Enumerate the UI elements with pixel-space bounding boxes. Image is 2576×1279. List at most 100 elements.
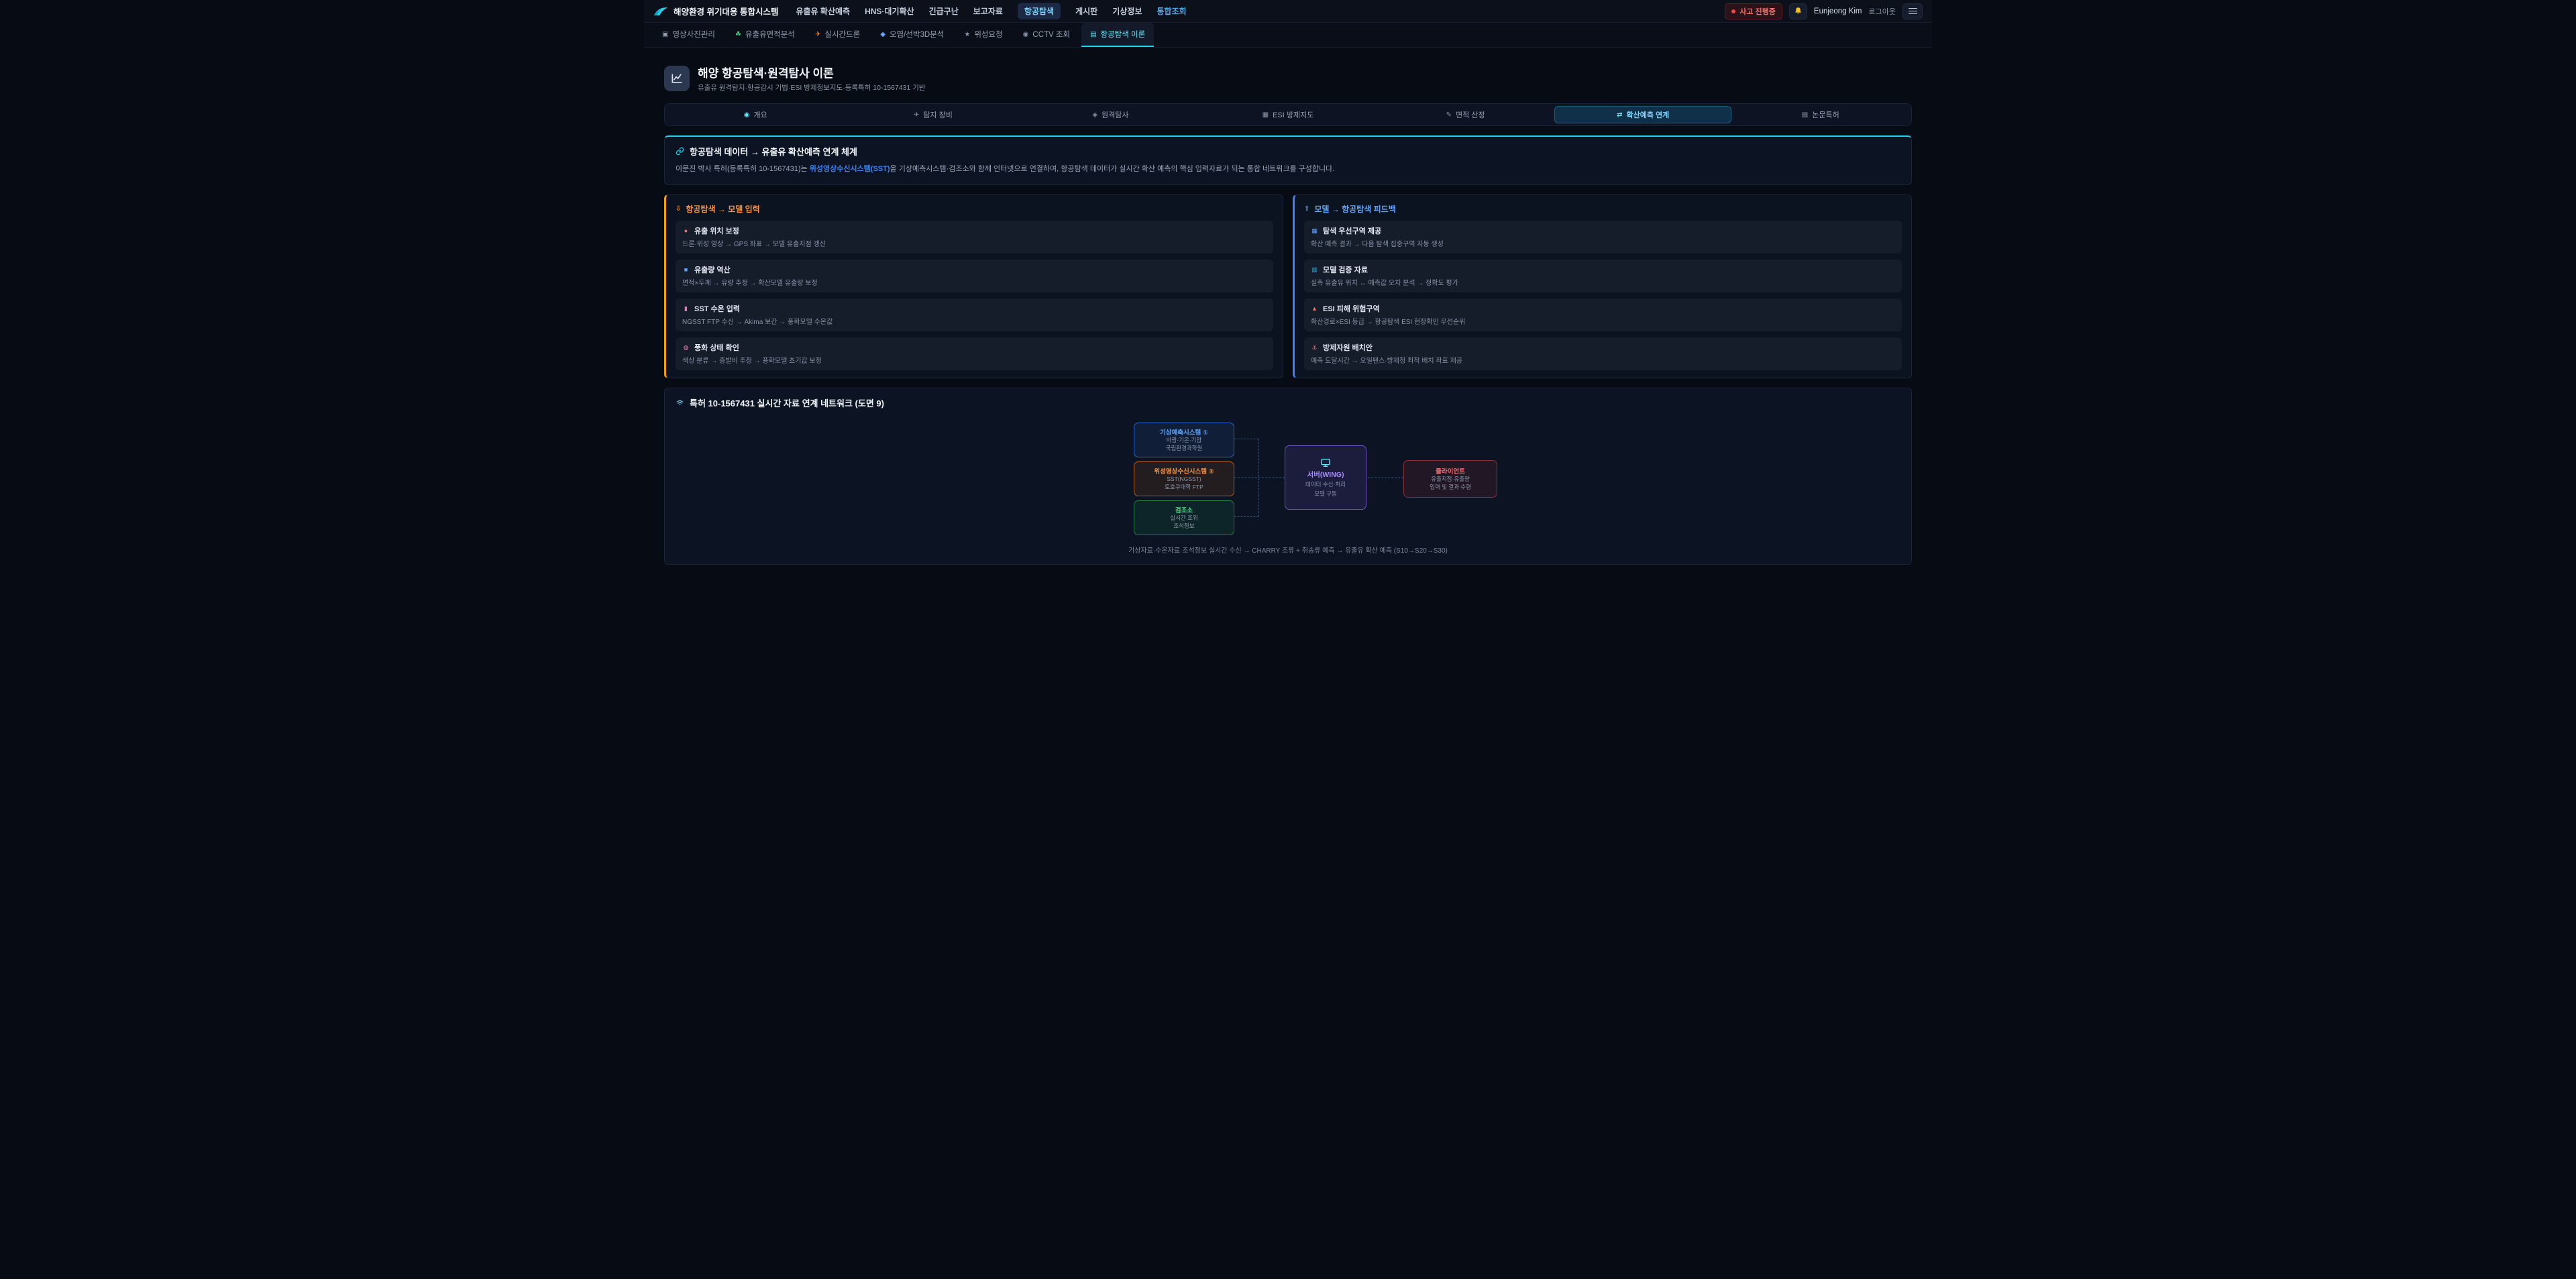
anchor-ship-icon: ⚓ <box>1311 344 1318 351</box>
item-title-row: ▦ 탐색 우선구역 제공 <box>1311 225 1895 236</box>
sub-item-label: CCTV 조회 <box>1032 29 1070 40</box>
top-navbar: 해양환경 위기대응 통합시스템 유출유 확산예측 HNS·대기확산 긴급구난 보… <box>644 0 1932 23</box>
hamburger-menu-button[interactable] <box>1902 3 1923 19</box>
node-satellite-receiving-system: 위성영상수신시스템 ② SST(NGSST) 토호쿠대학 FTP <box>1134 461 1234 496</box>
nav-item-reports[interactable]: 보고자료 <box>973 5 1003 17</box>
app-logo[interactable]: 해양환경 위기대응 통합시스템 <box>653 5 778 17</box>
app-root: 해양환경 위기대응 통합시스템 유출유 확산예측 HNS·대기확산 긴급구난 보… <box>644 0 1932 639</box>
item-title: 방제자원 배치안 <box>1323 342 1373 353</box>
sub-item-realtime-drone[interactable]: ✈ 실시간드론 <box>806 23 869 47</box>
node-title: 기상예측시스템 ① <box>1138 427 1230 437</box>
list-item: ▥ 모델 검증 자료 실측 유출유 위치 ↔ 예측값 오차 분석 → 정확도 평… <box>1304 260 1902 292</box>
incident-status-label: 사고 진행중 <box>1739 6 1776 17</box>
item-title: ESI 피해 위험구역 <box>1323 303 1380 314</box>
node-line: 토호쿠대학 FTP <box>1138 484 1230 492</box>
hamburger-line <box>1909 11 1917 12</box>
tab-papers-patents[interactable]: ▤ 논문특허 <box>1731 106 1909 123</box>
sub-item-label: 항공탐색 이론 <box>1101 29 1146 40</box>
node-title: 위성영상수신시스템 ② <box>1138 466 1230 476</box>
list-item: ◍ 풍화 상태 확인 색상 분류 → 증발비 추정 → 풍화모델 초기값 보정 <box>676 337 1273 370</box>
sub-item-label: 실시간드론 <box>824 29 860 40</box>
sst-system-link[interactable]: 위성영상수신시스템(SST) <box>810 165 890 173</box>
inbox-icon: ⇩ <box>676 205 681 213</box>
nav-item-oil-spill-prediction[interactable]: 유출유 확산예측 <box>796 5 850 17</box>
node-tide-station: 검조소 실시간 조위 조석정보 <box>1134 500 1234 535</box>
line-chart-glyph <box>670 72 684 85</box>
sub-item-image-management[interactable]: ▣ 영상사진관리 <box>653 23 724 47</box>
model-feedback-panel: ⇧ 모델 → 항공탐색 피드백 ▦ 탐색 우선구역 제공 확산 예측 결과 → … <box>1293 194 1912 378</box>
tab-label: ESI 방제지도 <box>1273 109 1313 120</box>
chain-link-icon <box>676 147 684 156</box>
theory-chart-icon: ▤ <box>1090 31 1096 38</box>
linkage-description: 이문진 박사 특허(등록특허 10-1567431)는 위성영상수신시스템(SS… <box>676 164 1900 175</box>
sub-item-label: 오염/선박3D분석 <box>890 29 944 40</box>
item-title-row: ● 유출 위치 보정 <box>682 225 1267 236</box>
nav-item-integrated-search[interactable]: 통합조회 <box>1157 5 1186 17</box>
palette-icon: ◍ <box>682 344 690 351</box>
tab-prediction-linkage[interactable]: ⇄ 확산예측 연계 <box>1554 106 1732 123</box>
sub-item-cctv[interactable]: ◉ CCTV 조회 <box>1014 23 1079 47</box>
linkage-section-title: 항공탐색 데이터 → 유출유 확산예측 연계 체계 <box>690 145 857 158</box>
globe-icon: ◉ <box>744 111 750 119</box>
list-item: ● 유출 위치 보정 드론·위성 영상 → GPS 좌표 → 모델 유출지점 갱… <box>676 221 1273 254</box>
thermometer-icon: ▮ <box>682 305 690 313</box>
tab-label: 확산예측 연계 <box>1626 109 1669 120</box>
list-item: ▲ ESI 피해 위험구역 확산경로×ESI 등급 → 항공탐색 ESI 현장확… <box>1304 298 1902 331</box>
node-line: 모델 구동 <box>1314 490 1337 498</box>
linkage-section: 항공탐색 데이터 → 유출유 확산예측 연계 체계 이문진 박사 특허(등록특허… <box>664 135 1912 185</box>
tab-detection-equipment[interactable]: ✈ 탐지 장비 <box>845 106 1022 123</box>
network-caption: 기상자료·수온자료·조석정보 실시간 수신 → CHARRY 조류 + 취송류 … <box>676 545 1900 555</box>
page-title: 해양 항공탐색·원격탐사 이론 <box>698 64 926 80</box>
tab-remote-sensing[interactable]: ◈ 원격탐사 <box>1022 106 1199 123</box>
sub-item-aerial-theory[interactable]: ▤ 항공탐색 이론 <box>1081 23 1154 47</box>
tab-esi-map[interactable]: ▦ ESI 방제지도 <box>1199 106 1377 123</box>
item-title-row: ■ 유출량 역산 <box>682 264 1267 275</box>
logout-button[interactable]: 로그아웃 <box>1869 6 1896 17</box>
wing-logo-icon <box>653 7 668 16</box>
drone-icon: ✈ <box>815 31 820 38</box>
node-title: 검조소 <box>1138 505 1230 514</box>
cube-3d-icon: ◆ <box>880 31 885 38</box>
sub-item-oil-area-analysis[interactable]: ☘ 유출유면적분석 <box>727 23 804 47</box>
node-line: 조석정보 <box>1138 522 1230 531</box>
nav-item-aerial-search[interactable]: 항공탐색 <box>1018 3 1061 19</box>
nav-item-hns-atmospheric[interactable]: HNS·대기확산 <box>865 5 914 17</box>
node-wing-server: 서버(WING) 데이터 수신·처리 모델 구동 <box>1285 445 1366 510</box>
item-title-row: ⚓ 방제자원 배치안 <box>1311 342 1895 353</box>
hamburger-line <box>1909 8 1917 9</box>
linkage-section-title-row: 항공탐색 데이터 → 유출유 확산예측 연계 체계 <box>676 145 1900 158</box>
node-line: 실시간 조위 <box>1138 514 1230 522</box>
item-desc: 실측 유출유 위치 ↔ 예측값 오차 분석 → 정확도 평가 <box>1311 277 1895 287</box>
server-monitor-icon <box>1320 457 1331 468</box>
sub-item-satellite-request[interactable]: ★ 위성요청 <box>955 23 1011 47</box>
list-item: ⚓ 방제자원 배치안 예측 도달시간 → 오일펜스·방제정 최적 배치 좌표 제… <box>1304 337 1902 370</box>
model-input-panel: ⇩ 항공탐색 → 모델 입력 ● 유출 위치 보정 드론·위성 영상 → GPS… <box>664 194 1283 378</box>
node-title: 서버(WING) <box>1307 469 1344 480</box>
cctv-icon: ◉ <box>1023 31 1029 38</box>
map-grid-icon: ▦ <box>1263 111 1269 119</box>
model-input-panel-title-row: ⇩ 항공탐색 → 모델 입력 <box>676 203 1273 215</box>
item-title: 탐색 우선구역 제공 <box>1323 225 1381 236</box>
nav-item-emergency-rescue[interactable]: 긴급구난 <box>929 5 959 17</box>
item-title-row: ◍ 풍화 상태 확인 <box>682 342 1267 353</box>
item-title: 풍화 상태 확인 <box>694 342 739 353</box>
tab-overview[interactable]: ◉ 개요 <box>667 106 845 123</box>
status-dot-icon <box>1731 9 1735 13</box>
node-line: SST(NGSST) <box>1138 476 1230 484</box>
model-input-panel-title: 항공탐색 → 모델 입력 <box>686 203 759 215</box>
navbar-right: 사고 진행중 Eunjeong Kim 로그아웃 <box>1725 3 1923 19</box>
nav-item-board[interactable]: 게시판 <box>1075 5 1097 17</box>
sub-item-label: 영상사진관리 <box>672 29 714 40</box>
page-heading-text: 해양 항공탐색·원격탐사 이론 유출유 원격탐지·항공감시 기법·ESI 방제정… <box>698 64 926 93</box>
node-title: 클라이언트 <box>1408 466 1493 476</box>
node-line: 바람·기온·기압 <box>1138 437 1230 445</box>
sub-item-pollution-3d-analysis[interactable]: ◆ 오염/선박3D분석 <box>871 23 953 47</box>
notification-bell-button[interactable] <box>1789 3 1807 19</box>
app-title: 해양환경 위기대응 통합시스템 <box>674 5 778 17</box>
item-desc: 색상 분류 → 증발비 추정 → 풍화모델 초기값 보정 <box>682 355 1267 365</box>
tab-area-calculation[interactable]: ✎ 면적 산정 <box>1377 106 1554 123</box>
nav-item-weather-info[interactable]: 기상정보 <box>1112 5 1142 17</box>
item-title: 유출 위치 보정 <box>694 225 739 236</box>
item-title-row: ▮ SST 수온 입력 <box>682 303 1267 314</box>
node-weather-forecast-system: 기상예측시스템 ① 바람·기온·기압 국립환경과학원 <box>1134 423 1234 457</box>
